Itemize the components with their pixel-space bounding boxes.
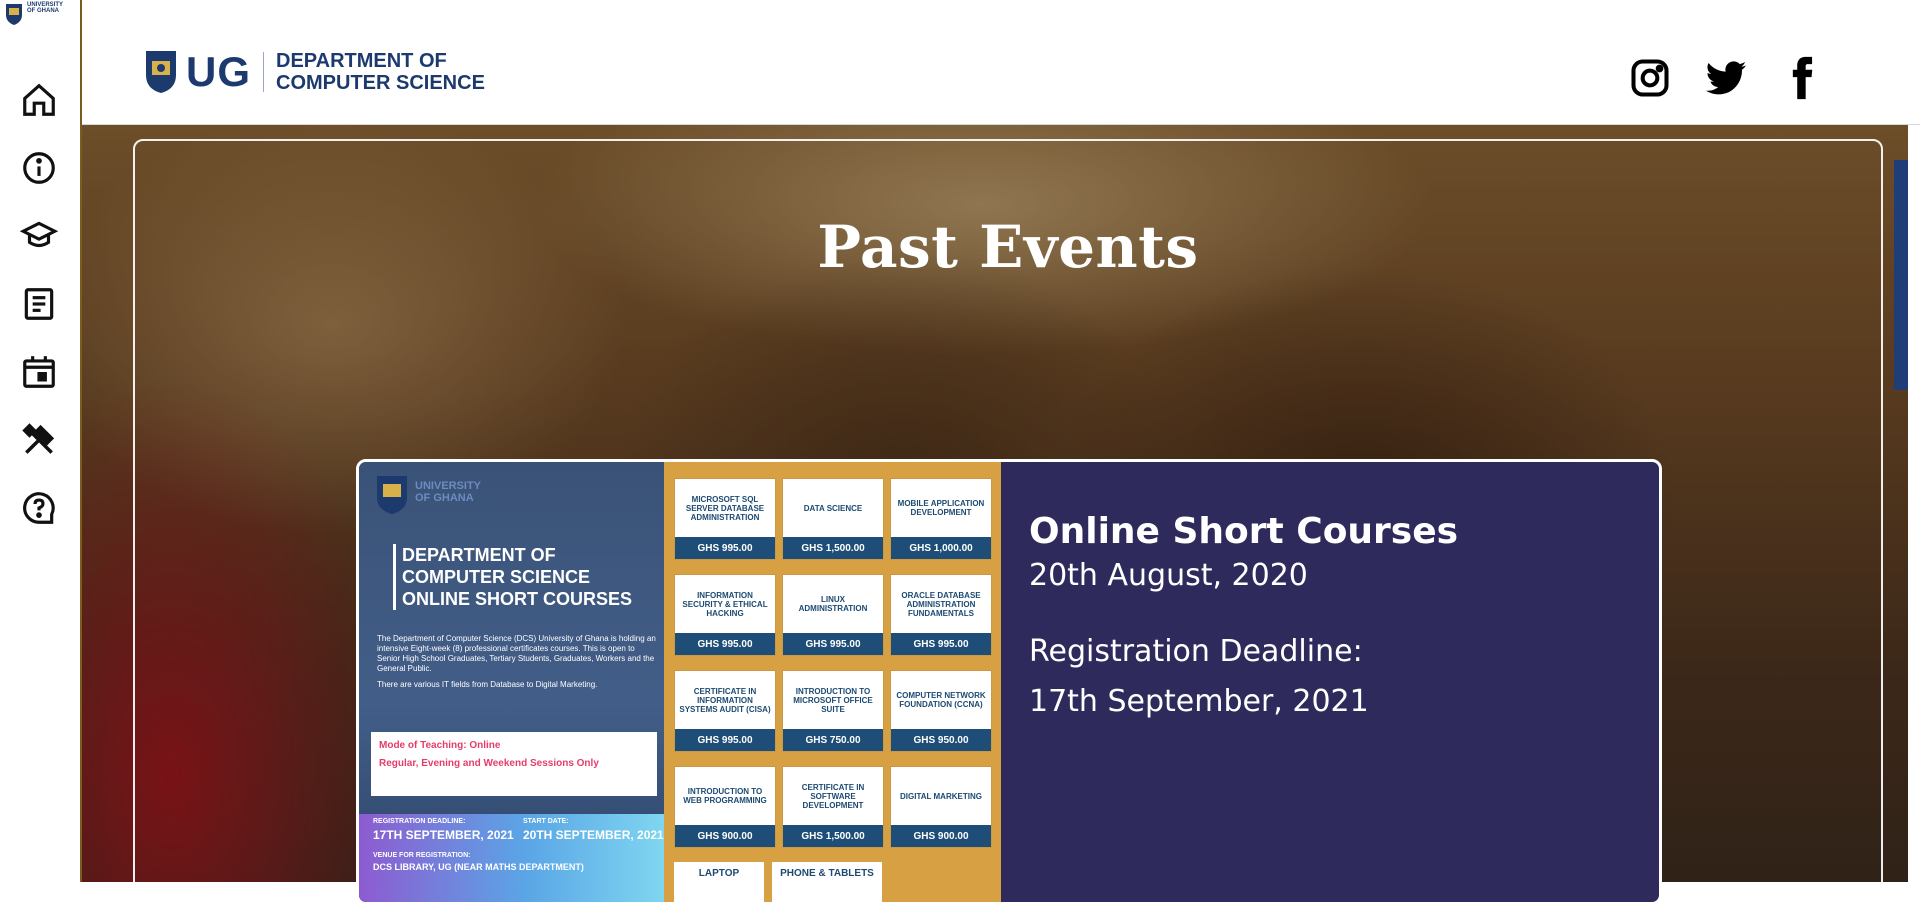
- calendar-icon[interactable]: [17, 350, 61, 394]
- course-tile: MOBILE APPLICATION DEVELOPMENT GHS 1,000…: [890, 478, 992, 560]
- crest-icon: [377, 476, 407, 514]
- event-card[interactable]: UNIVERSITY OF GHANA DEPARTMENT OF COMPUT…: [356, 459, 1662, 905]
- course-tile: ORACLE DATABASE ADMINISTRATION FUNDAMENT…: [890, 574, 992, 656]
- deadline-label: Registration Deadline:: [1029, 634, 1363, 669]
- flyer-university-logo: UNIVERSITY OF GHANA: [375, 474, 481, 516]
- flyer-dates: REGISTRATION DEADLINE: 17TH SEPTEMBER, 2…: [359, 814, 664, 902]
- tools-icon[interactable]: [17, 418, 61, 462]
- department-logo[interactable]: UG DEPARTMENT OF COMPUTER SCIENCE: [144, 48, 485, 96]
- course-tile: COMPUTER NETWORK FOUNDATION (CCNA) GHS 9…: [890, 670, 992, 752]
- instagram-icon[interactable]: [1628, 54, 1672, 102]
- help-icon[interactable]: [17, 486, 61, 530]
- course-tile: CERTIFICATE IN INFORMATION SYSTEMS AUDIT…: [674, 670, 776, 752]
- page-title: Past Events: [817, 213, 1199, 281]
- course-tile: INFORMATION SECURITY & ETHICAL HACKING G…: [674, 574, 776, 656]
- course-tile: INTRODUCTION TO MICROSOFT OFFICE SUITE G…: [782, 670, 884, 752]
- course-tile: INTRODUCTION TO WEB PROGRAMMING GHS 900.…: [674, 766, 776, 848]
- flyer-left: UNIVERSITY OF GHANA DEPARTMENT OF COMPUT…: [359, 462, 664, 902]
- crest-icon: [6, 4, 22, 25]
- flyer-intro: The Department of Computer Science (DCS)…: [377, 634, 656, 689]
- header: UG DEPARTMENT OF COMPUTER SCIENCE: [82, 0, 1920, 125]
- sidebar: UNIVERSITY OF GHANA: [0, 0, 82, 882]
- course-tile: LINUX ADMINISTRATION GHS 995.00: [782, 574, 884, 656]
- facebook-icon[interactable]: [1780, 54, 1824, 102]
- scroll-strip: [1894, 160, 1908, 390]
- university-logo-text: UNIVERSITY OF GHANA: [27, 2, 64, 14]
- brand-divider: [263, 52, 264, 92]
- graduation-cap-icon[interactable]: [17, 214, 61, 258]
- article-icon[interactable]: [17, 282, 61, 326]
- course-tile: MICROSOFT SQL SERVER DATABASE ADMINISTRA…: [674, 478, 776, 560]
- social-links: [1628, 54, 1824, 102]
- crest-icon: [146, 51, 176, 93]
- course-tile: LAPTOP: [674, 862, 764, 902]
- flyer-mode: Mode of Teaching: Online Regular, Evenin…: [371, 732, 657, 796]
- flyer-heading: DEPARTMENT OF COMPUTER SCIENCE ONLINE SH…: [393, 544, 662, 610]
- course-tile: DIGITAL MARKETING GHS 900.00: [890, 766, 992, 848]
- event-date: 20th August, 2020: [1029, 558, 1308, 593]
- deadline-date: 17th September, 2021: [1029, 684, 1369, 719]
- course-tile: PHONE & TABLETS: [772, 862, 882, 902]
- course-tile: DATA SCIENCE GHS 1,500.00: [782, 478, 884, 560]
- brand-line-1: DEPARTMENT OF: [276, 50, 447, 72]
- home-icon[interactable]: [17, 78, 61, 122]
- course-tile: CERTIFICATE IN SOFTWARE DEVELOPMENT GHS …: [782, 766, 884, 848]
- info-icon[interactable]: [17, 146, 61, 190]
- event-flyer: UNIVERSITY OF GHANA DEPARTMENT OF COMPUT…: [359, 462, 1001, 902]
- brand-line-2: COMPUTER SCIENCE: [276, 72, 485, 94]
- twitter-icon[interactable]: [1704, 54, 1748, 102]
- event-title[interactable]: Online Short Courses: [1029, 510, 1458, 554]
- brand-abbr: UG: [186, 48, 251, 95]
- event-info: Online Short Courses 20th August, 2020 R…: [1029, 510, 1458, 720]
- brand-department: DEPARTMENT OF COMPUTER SCIENCE: [276, 50, 485, 94]
- flyer-courses: MICROSOFT SQL SERVER DATABASE ADMINISTRA…: [664, 462, 1001, 902]
- university-logo[interactable]: UNIVERSITY OF GHANA: [0, 0, 80, 30]
